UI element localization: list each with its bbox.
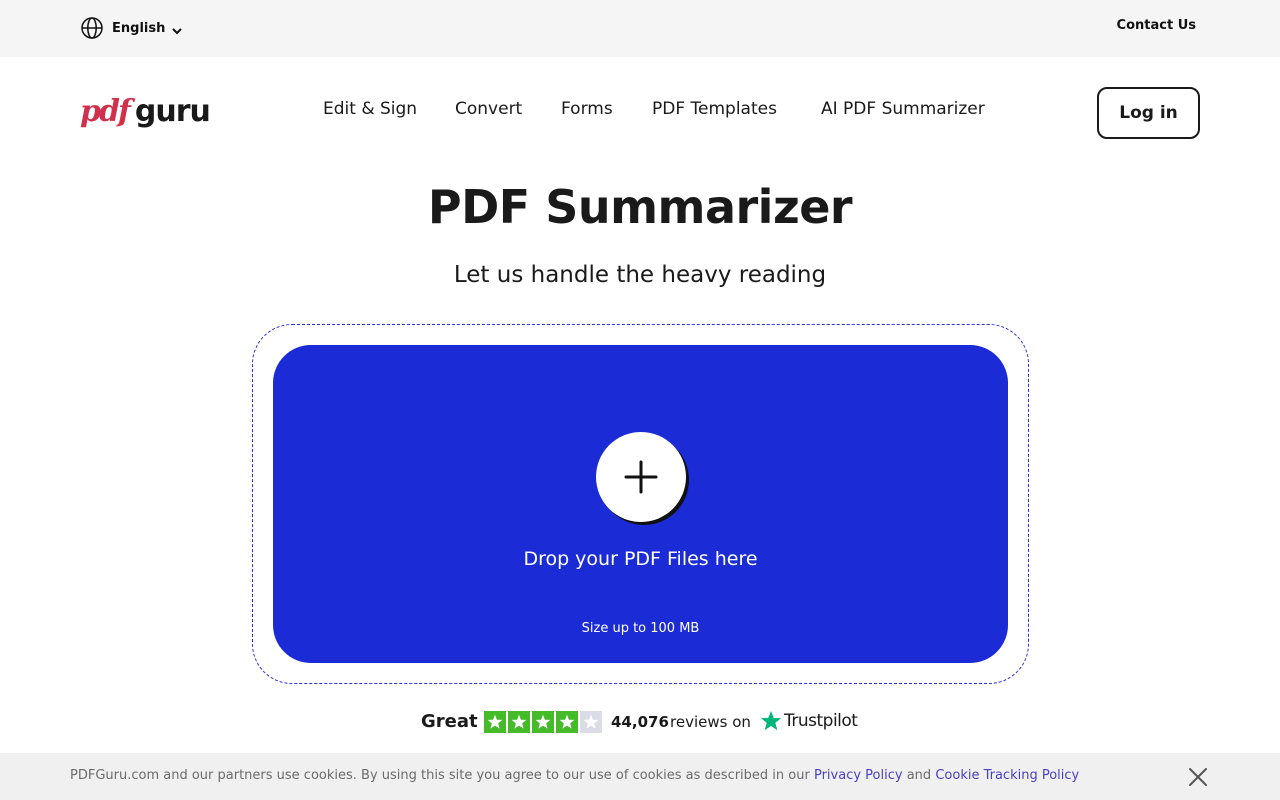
trustpilot-rating: Great 44,076 reviews on Trustpilot: [0, 708, 1280, 738]
top-utility-bar: English Contact Us: [0, 0, 1280, 57]
trustpilot-link[interactable]: Trustpilot: [760, 710, 858, 732]
rating-label: Great: [421, 711, 478, 732]
globe-icon: [80, 16, 104, 40]
nav-convert[interactable]: Convert: [455, 99, 522, 119]
plus-icon: [624, 460, 658, 494]
dropzone-label: Drop your PDF Files here: [523, 548, 758, 570]
review-count: 44,076: [611, 713, 669, 731]
trustpilot-star-icon: [760, 710, 782, 731]
star-icon-filled: [556, 711, 578, 733]
nav-edit-sign[interactable]: Edit & Sign: [323, 99, 417, 119]
language-selector[interactable]: English: [80, 16, 183, 40]
page-subtitle: Let us handle the heavy reading: [453, 262, 827, 288]
nav-ai-pdf-summarizer[interactable]: AI PDF Summarizer: [821, 99, 985, 119]
nav-pdf-templates[interactable]: PDF Templates: [652, 99, 777, 119]
star-icon-filled: [484, 711, 506, 733]
close-icon[interactable]: [1186, 765, 1210, 789]
file-dropzone[interactable]: Drop your PDF Files here Size up to 100 …: [273, 345, 1008, 663]
cookie-message: PDFGuru.com and our partners use cookies…: [70, 768, 1079, 783]
size-limit-note: Size up to 100 MB: [581, 621, 700, 636]
cookie-banner: PDFGuru.com and our partners use cookies…: [0, 753, 1280, 800]
upload-button[interactable]: [596, 432, 686, 522]
contact-us-link[interactable]: Contact Us: [1117, 18, 1196, 33]
main-nav: Edit & Sign Convert Forms PDF Templates …: [0, 99, 1280, 123]
chevron-down-icon: [171, 22, 183, 35]
privacy-policy-link[interactable]: Privacy Policy: [814, 768, 903, 783]
reviews-text: reviews on: [670, 713, 751, 731]
cookie-text: PDFGuru.com and our partners use cookies…: [70, 768, 810, 783]
star-icon-empty: [580, 711, 602, 733]
nav-forms[interactable]: Forms: [561, 99, 613, 119]
star-icon-filled: [532, 711, 554, 733]
star-icon-filled: [508, 711, 530, 733]
cookie-and-text: and: [906, 768, 932, 783]
cookie-tracking-policy-link[interactable]: Cookie Tracking Policy: [935, 768, 1079, 783]
trustpilot-wordmark: Trustpilot: [784, 711, 858, 731]
rating-stars: [484, 711, 602, 733]
page-title: PDF Summarizer: [427, 180, 853, 234]
login-button[interactable]: Log in: [1097, 87, 1200, 139]
language-label: English: [112, 20, 166, 36]
